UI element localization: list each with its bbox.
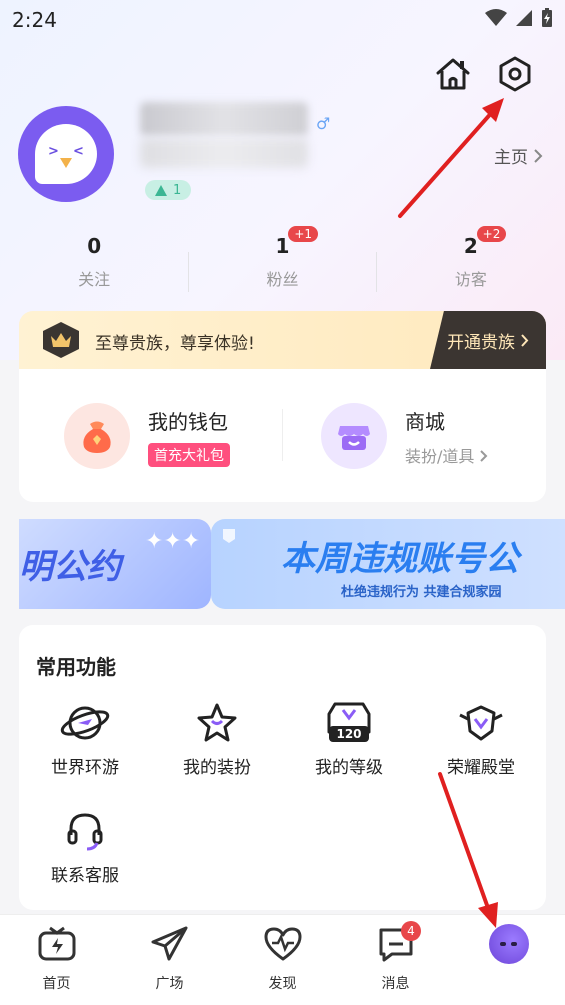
- tab-label: 消息: [381, 976, 410, 992]
- stat-count: 2: [463, 234, 478, 258]
- banner-tag-icon: [223, 529, 235, 543]
- chevron-right-icon: [479, 449, 487, 462]
- wallet-entry[interactable]: 我的钱包 首充大礼包: [64, 403, 230, 469]
- avatar[interactable]: > <: [18, 106, 114, 202]
- wallet-shop-card: 我的钱包 首充大礼包 商城 装扮/道具: [19, 369, 546, 502]
- wallet-divider: [282, 409, 283, 461]
- homepage-link[interactable]: 主页: [494, 143, 543, 168]
- triangle-level-icon: [155, 184, 167, 196]
- money-bag-icon: [64, 403, 130, 469]
- chevron-right-icon: [521, 333, 529, 347]
- shop-subtitle: 装扮/道具: [405, 443, 488, 467]
- bird-face-icon: > <: [35, 124, 97, 184]
- shop-entry[interactable]: 商城 装扮/道具: [321, 403, 488, 469]
- stat-badge: +1: [288, 226, 319, 242]
- header-actions: [433, 54, 535, 94]
- my-level-item[interactable]: 120 我的等级: [283, 699, 415, 778]
- bottom-tab-bar: 首页 广场 发现 4 消息: [0, 914, 565, 1005]
- tab-discover[interactable]: 发现: [226, 915, 339, 1005]
- battery-icon: [542, 8, 552, 27]
- hall-of-honor-item[interactable]: 荣耀殿堂: [415, 699, 547, 778]
- tab-label: 首页: [42, 976, 71, 992]
- level-value: 1: [173, 182, 182, 198]
- heart-pulse-icon: [226, 915, 339, 973]
- settings-icon[interactable]: [495, 54, 535, 94]
- tab-label: 广场: [155, 976, 184, 992]
- function-label: 我的装扮: [183, 758, 251, 778]
- status-icons: [485, 8, 553, 28]
- stat-badge: +2: [476, 226, 507, 242]
- chevron-right-icon: [534, 148, 543, 163]
- banner2-subtitle: 杜绝违规行为 共建合规家园: [341, 585, 502, 600]
- stats-row: 0 关注 1 +1 粉丝 2 +2 访客: [0, 226, 565, 296]
- function-label: 世界环游: [51, 758, 119, 778]
- stat-fans[interactable]: 1 +1 粉丝: [188, 226, 376, 296]
- sparkle-icon: ✦✦✦: [145, 529, 201, 554]
- banner2-title: 本周违规账号公: [281, 539, 519, 579]
- banner-carousel[interactable]: 明公约 ✦✦✦ 本周违规账号公 杜绝违规行为 共建合规家园: [19, 519, 565, 609]
- convention-banner[interactable]: 明公约 ✦✦✦: [19, 519, 211, 609]
- my-outfit-item[interactable]: 我的装扮: [151, 699, 283, 778]
- message-icon: [339, 915, 452, 973]
- planet-plane-icon: [19, 699, 151, 747]
- crown-icon: [43, 322, 79, 358]
- tab-label: 发现: [268, 976, 297, 992]
- common-functions-card: 常用功能 世界环游 我的装扮 120 我的等级 荣耀殿堂 联系客服: [19, 625, 546, 910]
- username-blurred: [140, 102, 308, 136]
- stat-label: 粉丝: [266, 270, 299, 289]
- stat-label: 关注: [78, 270, 111, 289]
- open-vip-button[interactable]: 开通贵族: [430, 311, 546, 369]
- stat-visitors[interactable]: 2 +2 访客: [377, 226, 565, 296]
- level-badge-icon: 120: [283, 699, 415, 747]
- status-bar: 2:24: [0, 0, 565, 40]
- male-icon: ♂: [316, 114, 331, 133]
- me-avatar-icon: [452, 915, 565, 973]
- wallet-title: 我的钱包: [148, 409, 228, 434]
- banner1-title: 明公约: [19, 547, 121, 587]
- stat-count: 0: [87, 234, 102, 258]
- open-vip-label: 开通贵族: [447, 332, 515, 353]
- section-title: 常用功能: [36, 655, 116, 679]
- stat-following[interactable]: 0 关注: [0, 228, 188, 296]
- level-badge[interactable]: 1: [145, 180, 192, 200]
- wallet-promo-tag: 首充大礼包: [148, 442, 230, 467]
- honor-badge-icon: [415, 699, 547, 747]
- tab-me[interactable]: [452, 915, 565, 1005]
- signal-icon: [516, 10, 532, 26]
- home-icon[interactable]: [433, 54, 473, 94]
- world-tour-item[interactable]: 世界环游: [19, 699, 151, 778]
- tab-square[interactable]: 广场: [113, 915, 226, 1005]
- stat-divider: [188, 252, 189, 292]
- stat-divider: [376, 252, 377, 292]
- level-number: 120: [336, 727, 361, 741]
- shop-icon: [321, 403, 387, 469]
- star-outfit-icon: [151, 699, 283, 747]
- stat-label: 访客: [454, 270, 487, 289]
- vip-text: 至尊贵族，尊享体验!: [95, 334, 255, 354]
- user-id-blurred: [140, 138, 308, 168]
- shop-title: 商城: [405, 409, 445, 434]
- function-label: 联系客服: [51, 866, 119, 886]
- stat-count: 1: [275, 234, 290, 258]
- wifi-icon: [485, 9, 507, 26]
- paper-plane-icon: [113, 915, 226, 973]
- violation-banner[interactable]: 本周违规账号公 杜绝违规行为 共建合规家园: [211, 519, 565, 609]
- customer-service-item[interactable]: 联系客服: [19, 807, 151, 886]
- function-label: 我的等级: [315, 758, 383, 778]
- tab-home[interactable]: 首页: [0, 915, 113, 1005]
- vip-banner[interactable]: 至尊贵族，尊享体验! 开通贵族: [19, 311, 546, 369]
- message-badge: 4: [401, 921, 421, 941]
- status-time: 2:24: [12, 8, 57, 32]
- tv-icon: [0, 915, 113, 973]
- tab-messages[interactable]: 4 消息: [339, 915, 452, 1005]
- function-label: 荣耀殿堂: [447, 758, 515, 778]
- shop-subtitle-text: 装扮/道具: [405, 446, 475, 466]
- homepage-label: 主页: [494, 148, 528, 168]
- headset-icon: [19, 807, 151, 855]
